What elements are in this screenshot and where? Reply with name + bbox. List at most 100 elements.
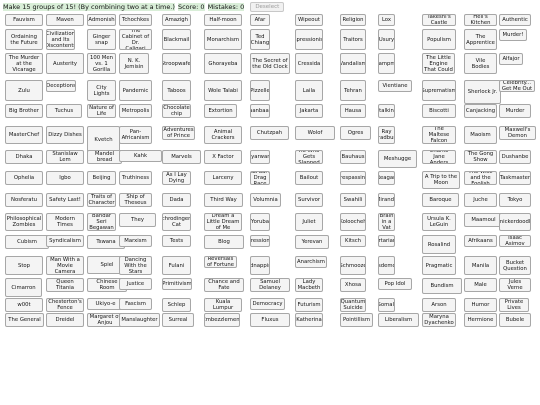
word-tile-margaret-of-anjou[interactable]: Margaret of Anjou bbox=[87, 313, 123, 327]
word-tile-tuchus[interactable]: Tuchus bbox=[46, 104, 82, 118]
word-tile-quantum-suicide[interactable]: Quantum Suicide bbox=[340, 298, 366, 312]
word-tile-amazigh[interactable]: Amazigh bbox=[162, 14, 191, 26]
word-tile-extortion[interactable]: Extortion bbox=[204, 104, 237, 118]
word-tile-n-k-jemisin[interactable]: N. K. Jemisin bbox=[119, 53, 149, 74]
word-tile-alfajor[interactable]: Alfajor bbox=[499, 53, 523, 65]
word-tile-snickerdoodle[interactable]: Snickerdoodle bbox=[499, 213, 531, 231]
word-tile-lady-macbeth[interactable]: Lady Macbeth bbox=[295, 278, 323, 292]
word-tile-ship-of-theseus[interactable]: Ship of Theseus bbox=[119, 193, 152, 207]
word-tile-swahili[interactable]: Swahili bbox=[340, 193, 366, 207]
word-tile-kuala-lumpur[interactable]: Kuala Lumpur bbox=[204, 298, 242, 312]
word-tile-religion[interactable]: Religion bbox=[340, 14, 366, 26]
word-tile-pan-africanism[interactable]: Pan-Africanism bbox=[119, 126, 152, 144]
word-tile-he-who-gets-slapped[interactable]: He Who Gets Slapped bbox=[295, 150, 323, 164]
word-tile-big-brother[interactable]: Big Brother bbox=[5, 104, 43, 118]
word-tile-the-wise-and-the-foolish[interactable]: The Wise and the Foolish bbox=[464, 171, 497, 185]
word-tile-wolof[interactable]: Wolof bbox=[295, 126, 335, 140]
word-tile-fluxus[interactable]: Fluxus bbox=[250, 313, 290, 327]
word-tile-x-factor[interactable]: X Factor bbox=[204, 150, 242, 164]
word-tile-schmooze[interactable]: Schmooze bbox=[340, 256, 366, 275]
word-tile-maxwell-s-demon[interactable]: Maxwell's Demon bbox=[499, 126, 536, 140]
word-tile-jakarta[interactable]: Jakarta bbox=[295, 104, 323, 118]
word-tile-xhosa[interactable]: Xhosa bbox=[340, 278, 366, 292]
word-tile-anarchism[interactable]: Anarchism bbox=[295, 256, 327, 268]
word-tile-igbo[interactable]: Igbo bbox=[46, 171, 84, 185]
word-tile-masterchef[interactable]: MasterChef bbox=[5, 126, 43, 144]
word-tile-murder[interactable]: Murder! bbox=[499, 29, 527, 41]
word-tile-authentic[interactable]: Authentic bbox=[499, 14, 531, 26]
word-tile-manila[interactable]: Manila bbox=[464, 256, 497, 275]
word-tile-dream-a-little-dream-of-me[interactable]: Dream a Little Dream of Me bbox=[204, 213, 242, 231]
word-tile-blackmail[interactable]: Blackmail bbox=[162, 29, 191, 50]
word-tile-the-little-engine-that-could[interactable]: The Little Engine That Could bbox=[422, 53, 455, 74]
word-tile-charlie-jane-anders[interactable]: Charlie Jane Anders bbox=[422, 150, 456, 164]
word-tile-bauhaus[interactable]: Bauhaus bbox=[340, 150, 366, 164]
word-tile-dizzy-dishes[interactable]: Dizzy Dishes bbox=[46, 126, 84, 144]
word-tile-third-way[interactable]: Third Way bbox=[204, 193, 243, 207]
word-tile-100-men-vs-1-gorilla[interactable]: 100 Men vs. 1 Gorilla bbox=[87, 53, 116, 74]
word-tile-afar[interactable]: Afar bbox=[250, 14, 270, 26]
word-tile-maven[interactable]: Maven bbox=[46, 14, 84, 26]
word-tile-maryna-dyachenko[interactable]: Maryna Dyachenko bbox=[422, 313, 456, 327]
word-tile-chance-and-fate[interactable]: Chance and Fate bbox=[204, 278, 244, 292]
word-tile-impressionism[interactable]: Impressionism bbox=[295, 29, 323, 50]
word-tile-w00t[interactable]: w00t bbox=[5, 298, 43, 312]
word-tile-marvels[interactable]: Marvels bbox=[162, 150, 201, 164]
word-tile-ophelia[interactable]: Ophelia bbox=[5, 171, 43, 185]
word-tile-democracy[interactable]: Democracy bbox=[250, 298, 285, 310]
word-tile-bucket-question[interactable]: Bucket Question bbox=[499, 256, 531, 275]
word-tile-the-general[interactable]: The General bbox=[5, 313, 44, 327]
word-tile-fascism[interactable]: Fascism bbox=[119, 298, 152, 310]
word-tile-kinyarwanda[interactable]: Kinyarwanda bbox=[250, 150, 270, 164]
word-tile-maamoul[interactable]: Maamoul bbox=[464, 213, 503, 227]
word-tile-vientiane[interactable]: Vientiane bbox=[378, 80, 412, 92]
word-tile-desdemona[interactable]: Desdemona bbox=[378, 256, 395, 275]
word-tile-kahk[interactable]: Kahk bbox=[119, 150, 162, 162]
word-tile-truthiness[interactable]: Truthiness bbox=[119, 171, 152, 185]
word-tile-dancing-with-the-stars[interactable]: Dancing With the Stars bbox=[119, 256, 152, 275]
word-tile-queen-titania[interactable]: Queen Titania bbox=[46, 278, 84, 292]
word-tile-laila[interactable]: Laila bbox=[295, 80, 323, 101]
word-tile-marxism[interactable]: Marxism bbox=[119, 235, 152, 247]
word-tile-reagan[interactable]: Reagan bbox=[378, 171, 395, 185]
word-tile-male[interactable]: Male bbox=[464, 278, 497, 292]
word-tile-populism[interactable]: Populism bbox=[422, 29, 456, 50]
word-tile-pointillism[interactable]: Pointillism bbox=[340, 313, 373, 327]
word-tile-blog[interactable]: Blog bbox=[204, 235, 244, 249]
word-tile-meshugge[interactable]: Meshugge bbox=[378, 150, 417, 168]
word-tile-mandel-bread[interactable]: Mandel bread bbox=[87, 150, 122, 164]
word-tile-usury[interactable]: Usury bbox=[378, 29, 395, 50]
word-tile-lox[interactable]: Lox bbox=[378, 14, 395, 26]
word-tile-juche[interactable]: Juche bbox=[464, 193, 497, 207]
word-tile-somali[interactable]: Somali bbox=[378, 298, 395, 312]
word-tile-kidnapping[interactable]: Kidnapping bbox=[250, 256, 270, 275]
deselect-button[interactable]: Deselect bbox=[250, 2, 285, 12]
word-tile-tests[interactable]: Tests bbox=[162, 235, 191, 247]
word-tile-pragmatic[interactable]: Pragmatic bbox=[422, 256, 456, 275]
word-tile-monarchism[interactable]: Monarchism bbox=[204, 29, 242, 50]
word-tile-larceny[interactable]: Larceny bbox=[204, 171, 242, 185]
word-tile-surreal[interactable]: Surreal bbox=[162, 313, 194, 327]
word-tile-justice[interactable]: Justice bbox=[119, 278, 152, 290]
word-tile-civilization-and-its-discontents[interactable]: Civilization and Its Discontents bbox=[46, 29, 75, 50]
word-tile-ghorayeba[interactable]: Ghorayeba bbox=[204, 53, 242, 74]
word-tile-stop[interactable]: Stop bbox=[5, 256, 43, 275]
word-tile-futurism[interactable]: Futurism bbox=[295, 298, 323, 312]
word-tile-volumnia[interactable]: Volumnia bbox=[250, 193, 281, 207]
word-tile-maoism[interactable]: Maoism bbox=[464, 126, 497, 144]
word-tile-modern-times[interactable]: Modern Times bbox=[46, 213, 84, 231]
word-tile-i-m-a-celebrity-get-me-out-of-here[interactable]: I'm a Celebrity... Get Me Out of Here! bbox=[499, 80, 535, 92]
word-tile-a-trip-to-the-moon[interactable]: A Trip to the Moon bbox=[422, 171, 460, 189]
word-tile-bandar-seri-begawan[interactable]: Bandar Seri Begawan bbox=[87, 213, 116, 231]
word-tile-isaac-asimov[interactable]: Isaac Asimov bbox=[499, 235, 531, 247]
word-tile-manslaughter[interactable]: Manslaughter bbox=[119, 313, 160, 327]
word-tile-wipeout[interactable]: Wipeout bbox=[295, 14, 323, 26]
word-tile-deceptions[interactable]: Deceptions bbox=[46, 80, 76, 92]
word-tile-dhaka[interactable]: Dhaka bbox=[5, 150, 43, 164]
word-tile-nosferatu[interactable]: Nosferatu bbox=[5, 193, 43, 207]
word-tile-brain-in-a-vat[interactable]: Brain in a Vat bbox=[378, 213, 395, 231]
word-tile-ted-chiang[interactable]: Ted Chiang bbox=[250, 29, 270, 50]
word-tile-the-secret-of-the-old-clock[interactable]: The Secret of the Old Clock bbox=[250, 53, 290, 74]
word-tile-trespassing[interactable]: Trespassing bbox=[340, 171, 366, 185]
word-tile-they[interactable]: They bbox=[119, 213, 156, 227]
